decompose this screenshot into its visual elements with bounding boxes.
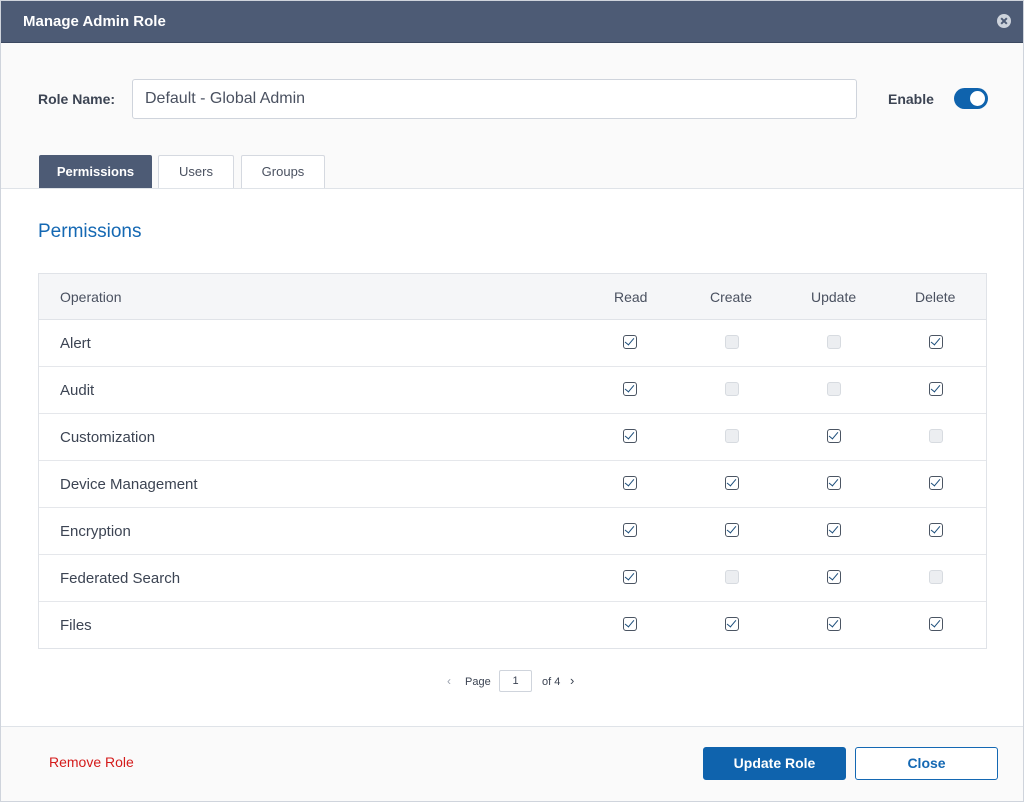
delete-checkbox[interactable] — [929, 476, 943, 490]
dialog-title: Manage Admin Role — [23, 13, 166, 30]
table-row: Customization — [39, 414, 986, 461]
table-row: Device Management — [39, 461, 986, 508]
delete-checkbox[interactable] — [929, 382, 943, 396]
update-checkbox[interactable] — [827, 429, 841, 443]
page-count-label: of 4 — [542, 676, 561, 688]
column-header-delete: Delete — [915, 289, 956, 305]
operation-name: Device Management — [60, 476, 198, 493]
delete-checkbox[interactable] — [929, 617, 943, 631]
read-checkbox[interactable] — [623, 523, 637, 537]
enable-toggle[interactable] — [954, 88, 988, 109]
page-label: Page — [465, 676, 491, 688]
create-checkbox[interactable] — [725, 476, 739, 490]
create-checkbox[interactable] — [725, 335, 739, 349]
chevron-right-icon[interactable]: › — [570, 673, 574, 688]
table-header: Operation Read Create Update Delete — [39, 274, 986, 320]
read-checkbox[interactable] — [623, 476, 637, 490]
create-checkbox[interactable] — [725, 382, 739, 396]
tab-groups[interactable]: Groups — [241, 155, 325, 188]
role-name-label: Role Name: — [38, 91, 116, 107]
chevron-left-icon[interactable]: ‹ — [447, 674, 451, 688]
operation-name: Audit — [60, 382, 95, 399]
manage-admin-role-dialog: Manage Admin Role Role Name: Enable Perm… — [0, 0, 1024, 802]
dialog-titlebar: Manage Admin Role — [1, 1, 1023, 43]
read-checkbox[interactable] — [623, 570, 637, 584]
read-checkbox[interactable] — [623, 429, 637, 443]
permissions-table: Operation Read Create Update Delete Aler… — [38, 273, 987, 649]
column-header-read: Read — [614, 289, 648, 305]
tab-users[interactable]: Users — [158, 155, 234, 188]
read-checkbox[interactable] — [623, 335, 637, 349]
column-header-operation: Operation — [60, 289, 122, 305]
create-checkbox[interactable] — [725, 617, 739, 631]
update-checkbox[interactable] — [827, 476, 841, 490]
table-row: Federated Search — [39, 555, 986, 602]
table-row: Audit — [39, 367, 986, 414]
enable-label: Enable — [888, 91, 934, 107]
operation-name: Encryption — [60, 523, 131, 540]
delete-checkbox[interactable] — [929, 429, 943, 443]
update-checkbox[interactable] — [827, 335, 841, 349]
role-name-input[interactable] — [132, 79, 857, 119]
table-row: Alert — [39, 320, 986, 367]
table-row: Files — [39, 602, 986, 648]
pagination: ‹ Page 1 of 4 › — [1, 670, 1023, 694]
create-checkbox[interactable] — [725, 570, 739, 584]
column-header-update: Update — [811, 289, 857, 305]
close-icon[interactable] — [997, 14, 1011, 28]
read-checkbox[interactable] — [623, 382, 637, 396]
operation-name: Federated Search — [60, 570, 181, 587]
operation-name: Customization — [60, 429, 156, 446]
remove-role-link[interactable]: Remove Role — [49, 754, 134, 770]
operation-name: Files — [60, 617, 92, 634]
update-role-button[interactable]: Update Role — [703, 747, 846, 780]
update-checkbox[interactable] — [827, 523, 841, 537]
close-button[interactable]: Close — [855, 747, 998, 780]
section-title: Permissions — [38, 221, 142, 242]
permissions-panel: Permissions Operation Read Create Update… — [1, 188, 1023, 727]
page-number-input[interactable]: 1 — [499, 670, 532, 692]
delete-checkbox[interactable] — [929, 570, 943, 584]
update-checkbox[interactable] — [827, 382, 841, 396]
create-checkbox[interactable] — [725, 523, 739, 537]
table-body: Alert Audit Customization Device Management… — [39, 320, 986, 648]
table-row: Encryption — [39, 508, 986, 555]
update-checkbox[interactable] — [827, 617, 841, 631]
update-checkbox[interactable] — [827, 570, 841, 584]
delete-checkbox[interactable] — [929, 523, 943, 537]
create-checkbox[interactable] — [725, 429, 739, 443]
column-header-create: Create — [710, 289, 753, 305]
toggle-knob — [970, 91, 985, 106]
delete-checkbox[interactable] — [929, 335, 943, 349]
tab-permissions[interactable]: Permissions — [39, 155, 152, 188]
operation-name: Alert — [60, 335, 91, 352]
read-checkbox[interactable] — [623, 617, 637, 631]
